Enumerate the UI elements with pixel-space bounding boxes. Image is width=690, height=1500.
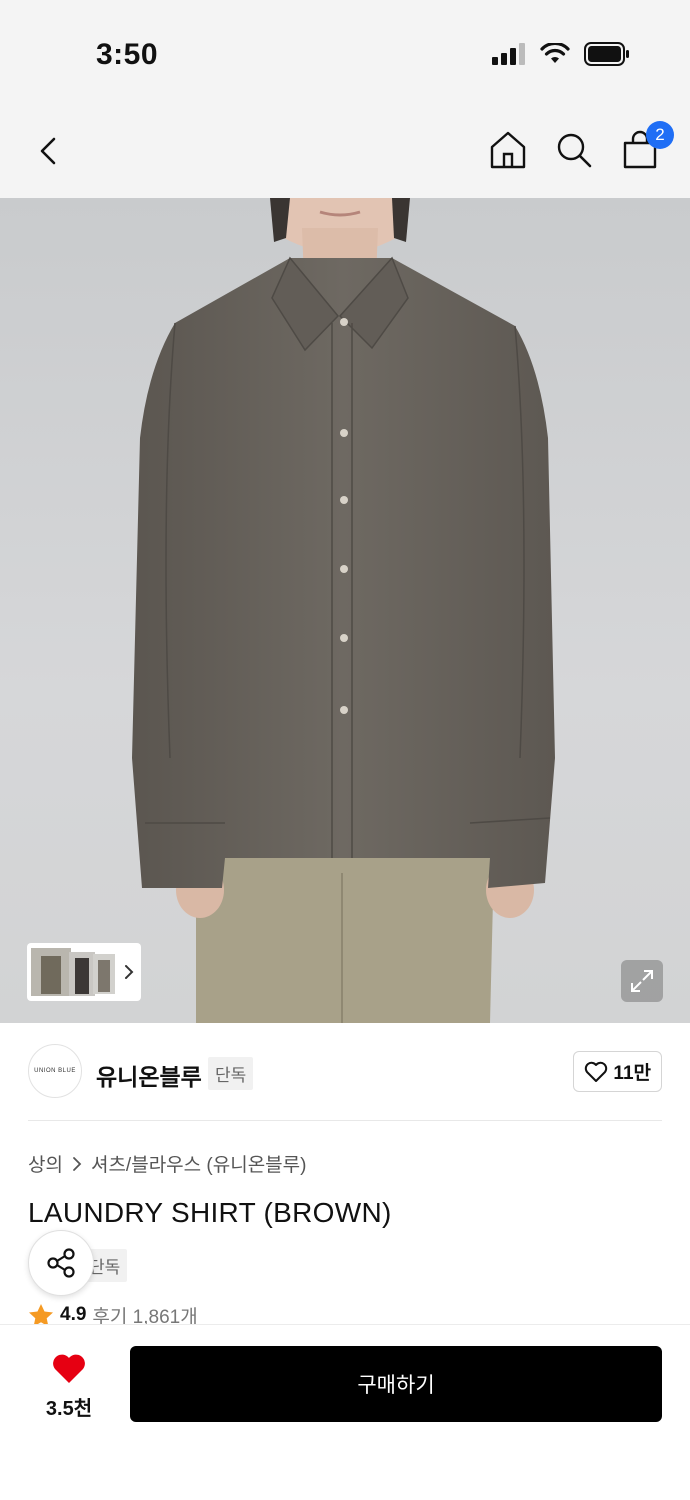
breadcrumb-category[interactable]: 상의 xyxy=(28,1150,63,1177)
battery-icon xyxy=(584,42,629,66)
product-image[interactable] xyxy=(0,198,690,1023)
brand-like-button[interactable]: 11만 xyxy=(573,1051,662,1092)
wifi-icon xyxy=(540,43,570,63)
breadcrumb: 상의 셔츠/블라우스 (유니온블루) xyxy=(28,1150,306,1177)
brand-logo-text: UNION BLUE xyxy=(34,1068,76,1074)
search-icon xyxy=(557,133,592,168)
signal-icon xyxy=(492,43,525,65)
favorite-button[interactable]: 3.5천 xyxy=(30,1353,108,1421)
breadcrumb-subcategory[interactable]: 셔츠/블라우스 (유니온블루) xyxy=(91,1150,307,1177)
home-button[interactable] xyxy=(488,129,528,171)
status-bar: 3:50 xyxy=(0,0,690,105)
search-button[interactable] xyxy=(554,129,594,171)
heart-filled-icon xyxy=(53,1354,85,1383)
favorite-count: 3.5천 xyxy=(45,1398,93,1420)
home-icon xyxy=(490,131,526,169)
nav-actions: 2 xyxy=(488,121,674,171)
brand-exclusive-tag: 단독 xyxy=(208,1057,254,1090)
cart-count-badge: 2 xyxy=(646,121,674,149)
rating-row[interactable]: 4.9 후기 1,861개 xyxy=(28,1304,198,1326)
product-title: LAUNDRY SHIRT (BROWN) xyxy=(28,1197,392,1228)
bottom-action-bar: 3.5천 구매하기 xyxy=(0,1324,690,1500)
brand-name[interactable]: 유니온블루 xyxy=(96,1058,202,1092)
brand-row: UNION BLUE 유니온블루 단독 11만 xyxy=(28,1044,662,1100)
buy-button[interactable]: 구매하기 xyxy=(130,1346,662,1422)
brand-logo[interactable]: UNION BLUE xyxy=(28,1044,82,1098)
back-button[interactable] xyxy=(30,131,70,171)
expand-image-button[interactable] xyxy=(621,960,663,1002)
star-icon xyxy=(29,1304,53,1326)
product-photo xyxy=(132,198,555,1023)
status-time: 3:50 xyxy=(96,38,159,71)
expand-icon xyxy=(631,970,653,992)
chevron-right-icon xyxy=(73,1156,82,1171)
rating-score: 4.9 xyxy=(60,1304,87,1325)
review-count: 후기 1,861개 xyxy=(92,1306,198,1327)
cart-button[interactable]: 2 xyxy=(620,121,674,171)
divider xyxy=(28,1120,662,1121)
thumbnail-images xyxy=(31,948,134,996)
nav-bar: 2 xyxy=(0,105,690,198)
brand-like-count: 11만 xyxy=(613,1063,651,1084)
chevron-left-icon xyxy=(40,137,56,165)
share-button[interactable] xyxy=(28,1230,94,1296)
status-icons xyxy=(492,42,630,66)
share-icon xyxy=(47,1248,75,1278)
heart-outline-icon xyxy=(585,1061,608,1082)
thumbnail-strip[interactable] xyxy=(27,943,141,1001)
